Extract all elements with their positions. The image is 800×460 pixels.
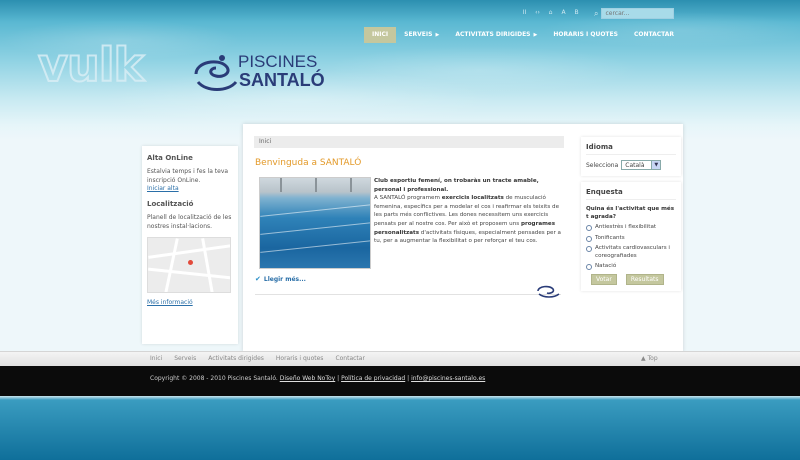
toolbar-icon-5[interactable]: B	[573, 9, 580, 16]
poll-option[interactable]: Tonificants	[586, 235, 676, 243]
footer-nav: Inici Serveis Activitats dirigides Horar…	[0, 351, 800, 366]
poll-option[interactable]: Antiestrès i flexibilitat	[586, 224, 676, 232]
back-to-top-link[interactable]: ▲ Top	[641, 352, 658, 366]
module-enquesta: Enquesta Quina és l'activitat que més t …	[581, 182, 681, 291]
poll-option-label: Natació	[595, 263, 617, 269]
footer-nav-item[interactable]: Activitats dirigides	[208, 352, 264, 366]
module-idioma: Idioma Selecciona Català ▼	[581, 137, 681, 176]
module-title: Idioma	[586, 143, 676, 155]
footer: Copyright © 2008 - 2010 Piscines Santaló…	[0, 366, 800, 396]
vote-button[interactable]: Votar	[591, 273, 617, 285]
module-title: Alta OnLine	[147, 154, 193, 162]
footer-nav-item[interactable]: Contactar	[335, 352, 365, 366]
check-icon: ✔	[255, 275, 261, 283]
search-icon: ⌕	[594, 8, 599, 18]
map-road	[148, 244, 230, 259]
footer-nav-item[interactable]: Serveis	[174, 352, 196, 366]
module-alta-online: Alta OnLine Estalvia temps i fes la teva…	[142, 146, 238, 192]
article-body: A SANTALÓ programem	[374, 195, 442, 202]
language-row: Selecciona Català ▼	[586, 160, 676, 170]
poll-option[interactable]: Natació	[586, 263, 676, 271]
iniciar-alta-link[interactable]: Iniciar alta	[147, 185, 233, 192]
chevron-down-icon: ▼	[651, 161, 661, 169]
radio-button[interactable]	[586, 246, 592, 252]
pool-lane	[260, 204, 370, 217]
toolbar-icon-2[interactable]: ‹›	[534, 9, 541, 16]
pool-beam	[350, 178, 352, 192]
copyright-text: Copyright © 2008 - 2010 Piscines Santaló…	[150, 375, 278, 382]
toolbar-icon-4[interactable]: A	[560, 9, 567, 16]
designer-link[interactable]: Diseño Web NoToy	[280, 375, 336, 382]
article-text: Club esportiu femení, on trobaràs un tra…	[374, 177, 561, 246]
radio-button[interactable]	[586, 225, 592, 231]
pool-lane	[260, 240, 370, 253]
radio-button[interactable]	[586, 235, 592, 242]
nav-item-activitats-dirigides[interactable]: ACTIVITATS DIRIGIDES ▶	[447, 27, 545, 43]
poll-option-label: Antiestrès i flexibilitat	[595, 224, 657, 230]
article-title: Benvinguda a SANTALÓ	[255, 158, 362, 168]
left-sidebar: Alta OnLine Estalvia temps i fes la teva…	[142, 146, 238, 344]
map-road	[164, 238, 179, 292]
article-divider	[255, 294, 561, 295]
read-more-label: Llegir més...	[263, 275, 306, 283]
top-toolbar-icons: II ‹› ⌂ A B	[521, 9, 580, 16]
map-marker-icon	[188, 260, 193, 265]
brand-watermark: vulk	[37, 38, 145, 92]
pool-beam	[280, 178, 282, 192]
nav-label: INICI	[372, 31, 389, 38]
nav-item-horaris[interactable]: HORARIS I QUOTES	[545, 27, 626, 43]
footer-nav-item[interactable]: Horaris i quotes	[276, 352, 324, 366]
nav-item-serveis[interactable]: SERVEIS ▶	[396, 27, 447, 43]
swirl-logo-icon	[194, 55, 238, 91]
mes-informacio-link[interactable]: Més informació	[147, 299, 233, 306]
poll-question: Quina és l'activitat que més t agrada?	[586, 206, 675, 220]
poll-option-label: Tonificants	[595, 234, 625, 241]
module-text: Planell de localització de les nostres i…	[147, 214, 232, 230]
language-label: Selecciona	[586, 161, 619, 169]
nav-label: ACTIVITATS DIRIGIDES	[455, 31, 531, 38]
chevron-right-icon: ▶	[533, 32, 538, 38]
search-input[interactable]	[601, 8, 675, 19]
module-text: Estalvia temps i fes la teva inscripció …	[147, 168, 229, 184]
mini-swirl-logo-icon	[537, 285, 560, 298]
radio-button[interactable]	[586, 264, 592, 270]
module-title: Enquesta	[586, 188, 676, 200]
poll-buttons: Votar Resultats	[591, 273, 676, 285]
pool-photo	[259, 177, 371, 269]
language-select[interactable]: Català ▼	[621, 160, 662, 170]
map-road	[148, 267, 230, 280]
read-more-link[interactable]: ✔ Llegir més...	[255, 275, 306, 283]
location-map[interactable]	[147, 237, 231, 293]
toolbar-icon-1[interactable]: II	[521, 9, 528, 16]
site-logo[interactable]: vulk PISCINES SANTALÓ	[37, 38, 338, 100]
pool-beam	[315, 178, 317, 192]
right-sidebar: Idioma Selecciona Català ▼ Enquesta Quin…	[581, 137, 681, 297]
privacy-link[interactable]: Política de privacidad	[341, 375, 405, 382]
language-selected: Català	[625, 161, 645, 169]
search-box: ⌕	[594, 8, 675, 19]
main-nav: INICI SERVEIS ▶ ACTIVITATS DIRIGIDES ▶ H…	[364, 27, 682, 43]
nav-label: CONTACTAR	[633, 31, 675, 38]
copyright-line: Copyright © 2008 - 2010 Piscines Santaló…	[150, 375, 486, 382]
nav-item-contactar[interactable]: CONTACTAR	[626, 27, 682, 43]
email-link[interactable]: info@piscines-santalo.es	[411, 375, 485, 382]
nav-label: HORARIS I QUOTES	[553, 31, 618, 38]
footer-nav-links: Inici Serveis Activitats dirigides Horar…	[150, 352, 365, 366]
logo-line-2: SANTALÓ	[239, 70, 325, 90]
article-intro: Club esportiu femení, on trobaràs un tra…	[374, 178, 539, 193]
logo-line-1: PISCINES	[238, 52, 318, 71]
pool-lane	[260, 222, 370, 235]
article-highlight: exercicis localitzats	[441, 195, 504, 202]
results-button[interactable]: Resultats	[625, 273, 664, 285]
footer-nav-item[interactable]: Inici	[150, 352, 162, 366]
module-title: Localització	[147, 200, 194, 208]
poll-option-label: Activitats cardiovasculars i coreografia…	[595, 245, 670, 259]
nav-item-inici[interactable]: INICI	[364, 27, 397, 43]
breadcrumb: Inici	[254, 136, 564, 148]
nav-label: SERVEIS	[404, 31, 433, 38]
poll-option[interactable]: Activitats cardiovasculars i coreografia…	[586, 245, 676, 260]
home-icon[interactable]: ⌂	[547, 9, 554, 16]
module-localitzacio: Localització Planell de localització de …	[142, 192, 238, 306]
chevron-right-icon: ▶	[435, 32, 440, 38]
